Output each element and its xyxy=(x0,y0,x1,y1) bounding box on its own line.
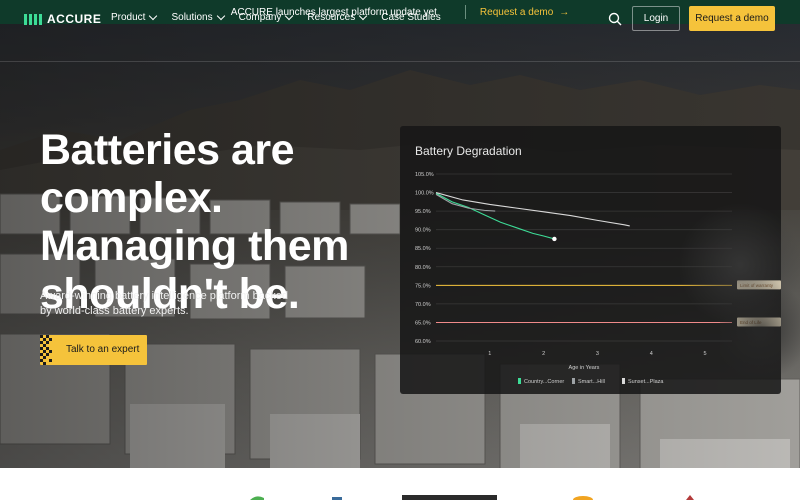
legend-swatch xyxy=(572,378,575,384)
nav-item-label: Case Studies xyxy=(381,12,441,23)
x-tick-label: 5 xyxy=(704,351,707,357)
series-endpoint-marker xyxy=(552,236,557,242)
search-icon[interactable] xyxy=(608,12,622,26)
x-tick-label: 3 xyxy=(596,351,599,357)
nav-item-label: Solutions xyxy=(171,12,213,23)
top-navigation xyxy=(0,24,800,62)
x-tick-label: 2 xyxy=(542,351,545,357)
y-tick-label: 70.0% xyxy=(415,302,431,308)
y-tick-label: 75.0% xyxy=(415,283,431,289)
legend-label: Country...Corner xyxy=(524,379,564,385)
nav-item-solutions[interactable]: Solutions xyxy=(171,11,225,23)
talk-to-expert-label: Talk to an expert xyxy=(66,344,140,355)
y-tick-label: 100.0% xyxy=(415,191,434,197)
request-demo-button[interactable]: Request a demo xyxy=(689,6,775,31)
logo-text: ACCURE xyxy=(47,12,102,26)
chevron-down-icon xyxy=(216,11,225,21)
y-tick-label: 60.0% xyxy=(415,339,431,345)
chevron-down-icon xyxy=(149,11,158,21)
y-tick-label: 65.0% xyxy=(415,320,431,326)
nav-item-company[interactable]: Company xyxy=(238,11,294,23)
y-tick-label: 85.0% xyxy=(415,246,431,252)
login-button[interactable]: Login xyxy=(632,6,680,31)
nav-item-label: Resources xyxy=(307,12,356,23)
legend-label: Smart...Hill xyxy=(578,379,605,385)
series-line xyxy=(435,192,555,240)
y-tick-label: 80.0% xyxy=(415,265,431,271)
partner-logo-red-icon xyxy=(686,495,694,500)
accure-logo[interactable]: ACCURE xyxy=(24,12,101,26)
logo-mark-icon xyxy=(24,13,42,25)
announcement-demo-label: Request a demo xyxy=(479,6,554,18)
partner-logos xyxy=(250,495,694,500)
y-tick-label: 95.0% xyxy=(415,209,431,215)
announcement-demo-link[interactable]: Request a demo → xyxy=(480,7,569,18)
announcement-divider xyxy=(464,5,466,19)
x-tick-label: 4 xyxy=(650,351,653,357)
hero-subtitle: Award-winning battery intelligence platf… xyxy=(40,290,289,317)
arrow-right-icon: → xyxy=(559,6,570,18)
talk-to-expert-button[interactable]: Talk to an expert xyxy=(40,335,147,365)
y-tick-label: 90.0% xyxy=(415,228,431,234)
series-line xyxy=(435,193,496,212)
y-tick-label: 105.0% xyxy=(415,172,434,178)
partner-logo-dark-icon xyxy=(402,495,497,500)
nav-item-label: Company xyxy=(238,12,282,23)
partner-logo-green-icon xyxy=(250,496,264,500)
pixel-pattern-icon xyxy=(40,335,52,365)
legend-swatch xyxy=(518,378,521,384)
nav-item-product[interactable]: Product xyxy=(111,11,158,23)
nav-item-case-studies[interactable]: Case Studies xyxy=(381,12,440,23)
nav-item-label: Product xyxy=(111,12,146,23)
customer-logos-strip xyxy=(0,468,800,500)
chevron-down-icon xyxy=(285,11,294,21)
partner-logo-orange-icon xyxy=(573,496,593,500)
chevron-down-icon xyxy=(358,11,368,21)
main-menu: Product Solutions Company Resources Case… xyxy=(111,11,456,23)
x-axis-label: Age in Years xyxy=(569,365,600,371)
legend-swatch xyxy=(622,378,625,384)
nav-item-resources[interactable]: Resources xyxy=(307,11,368,23)
series-line xyxy=(435,192,630,227)
legend-label: Sunset...Plaza xyxy=(628,379,664,385)
x-tick-label: 1 xyxy=(488,351,491,357)
smoke-plume xyxy=(720,270,800,390)
